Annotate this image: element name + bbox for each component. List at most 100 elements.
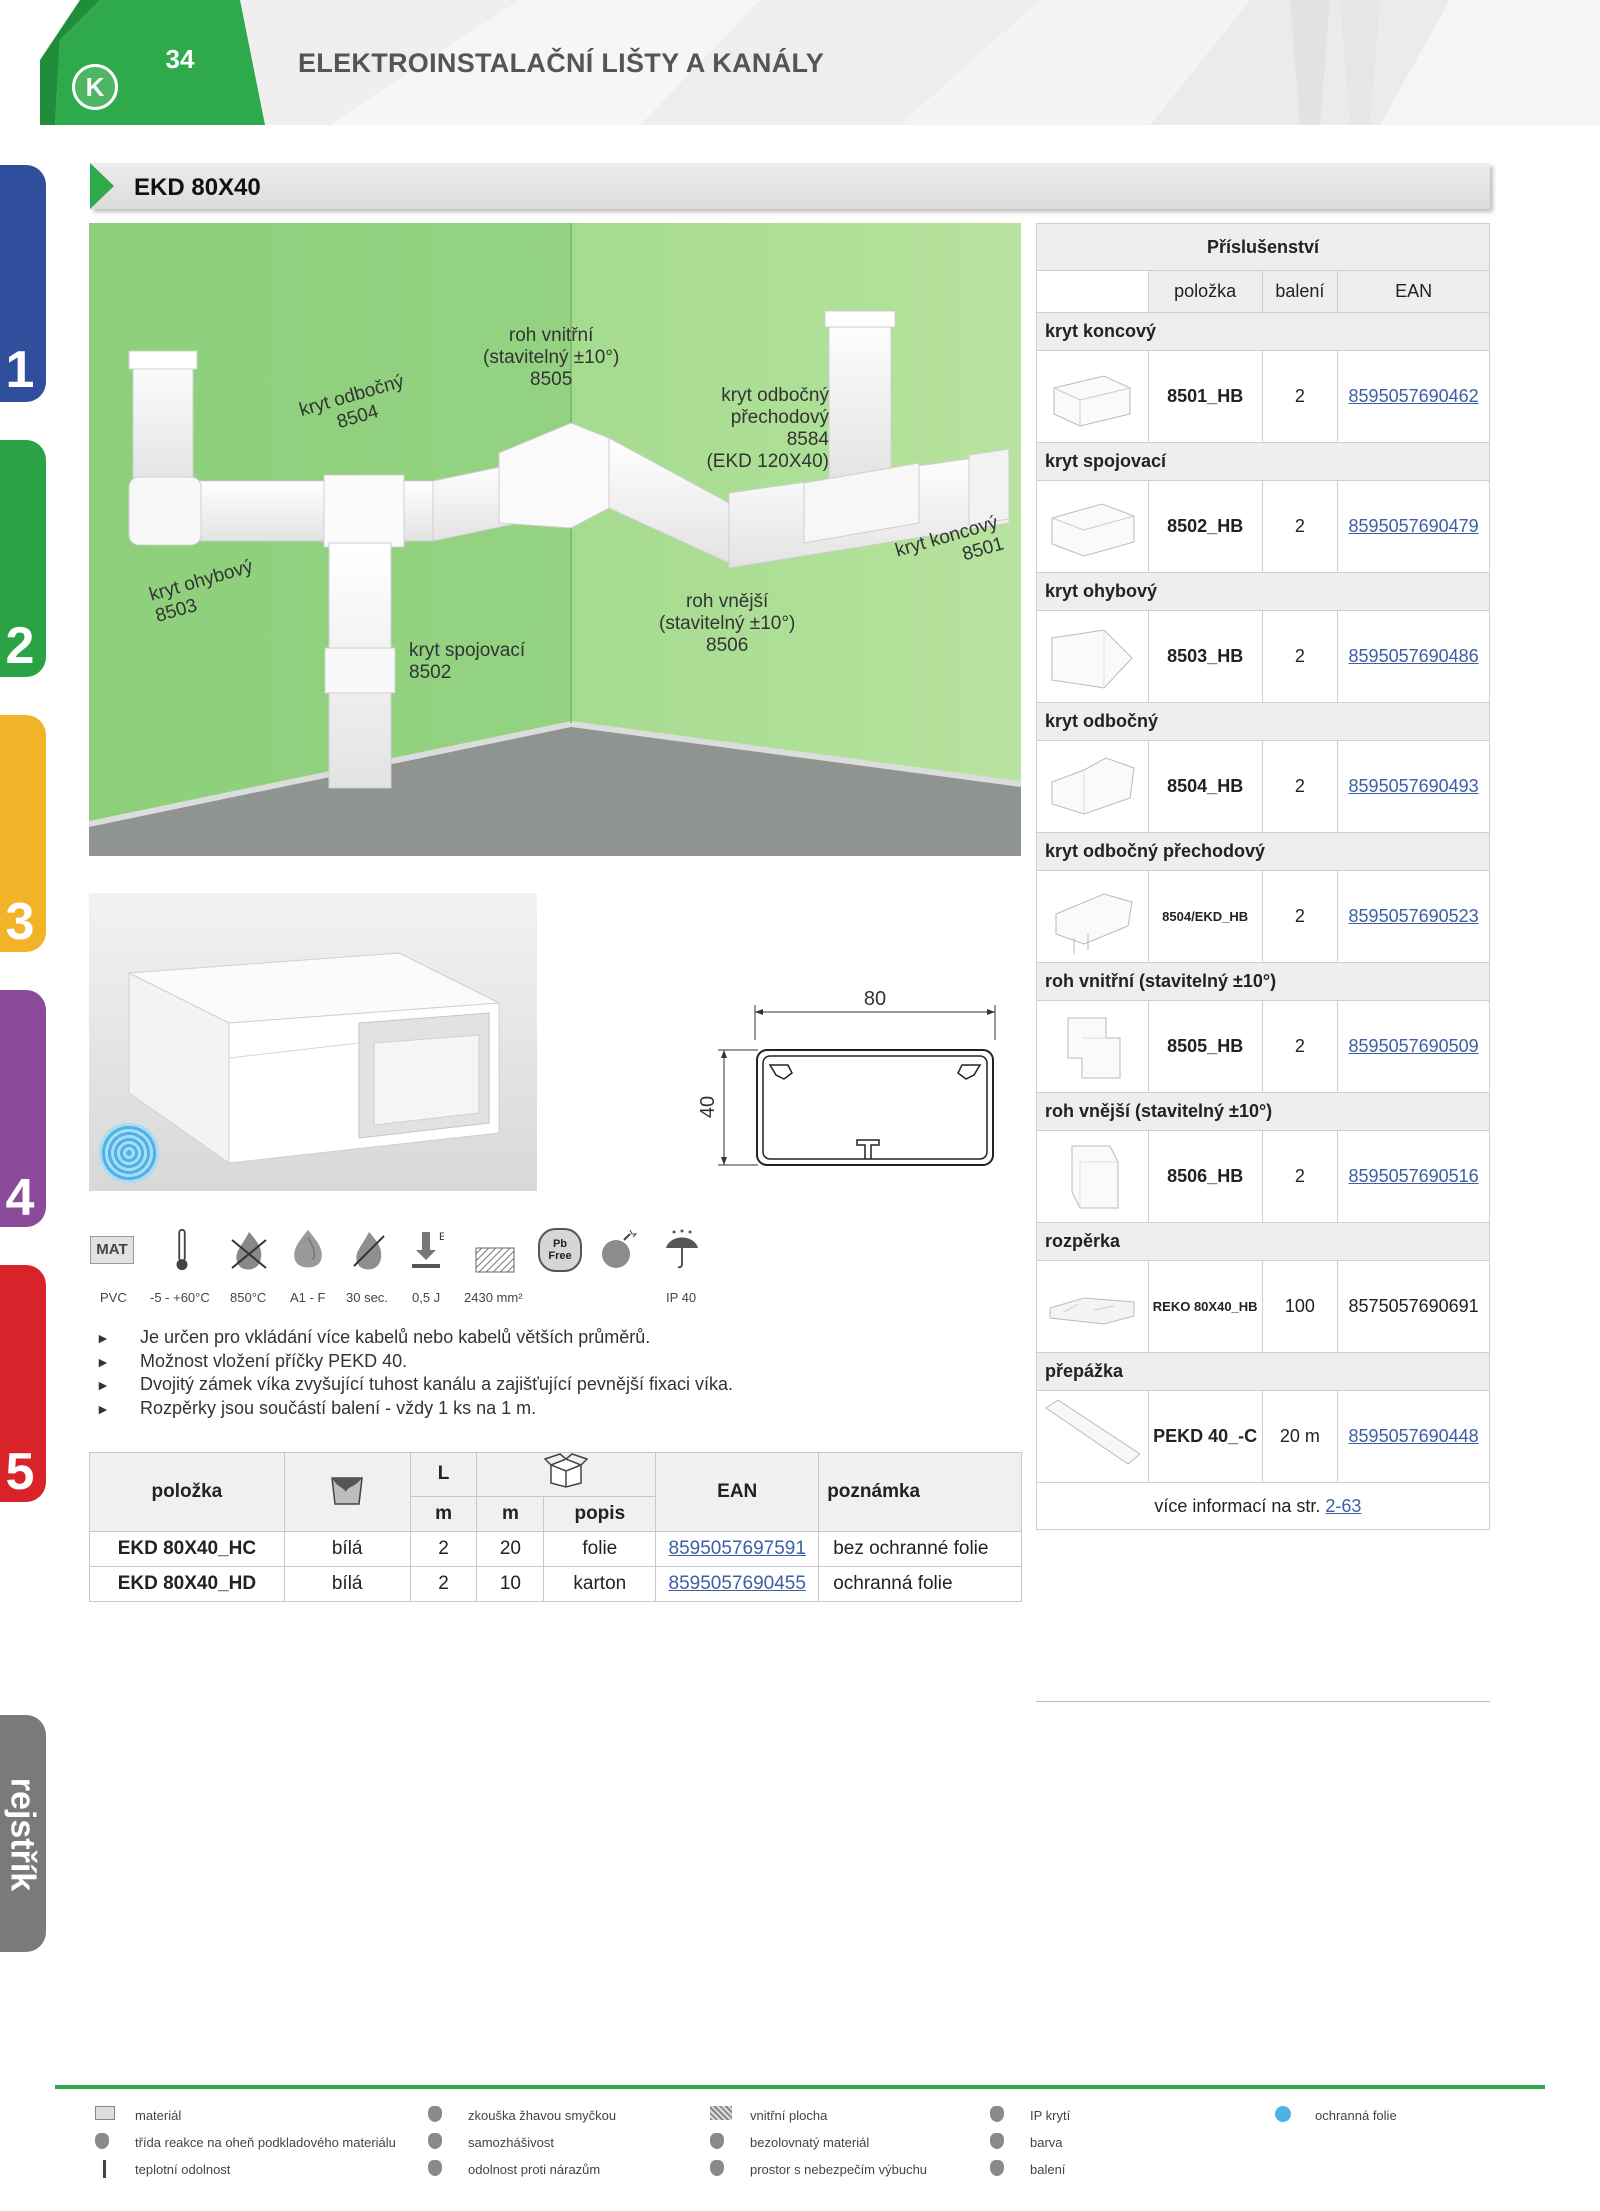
more-info: více informací na str. 2-63	[1148, 1482, 1491, 1530]
material-icon: MAT	[90, 1236, 134, 1264]
prop-impact: 0,5 J	[412, 1290, 441, 1305]
accessory-category: kryt odbočný přechodový	[1036, 832, 1490, 871]
accessory-category: roh vnější (stavitelný ±10°)	[1036, 1092, 1490, 1131]
accessory-image	[1036, 480, 1149, 573]
package-icon	[543, 1453, 589, 1489]
accessory-code: 8504/EKD_HB	[1147, 870, 1263, 963]
inner-area-icon	[710, 2106, 732, 2120]
label-range: (stavitelný ±10°)	[659, 613, 796, 634]
dimension-height: 40	[700, 1096, 719, 1118]
accessory-category-row: kryt koncový	[1036, 312, 1490, 351]
header-color	[283, 1452, 411, 1532]
svg-text:E: E	[439, 1231, 444, 1243]
accessory-ean-link[interactable]: 8595057690523	[1337, 870, 1490, 963]
accessory-row: 8504/EKD_HB 2 8595057690523	[1036, 870, 1490, 963]
more-info-text: více informací na str.	[1154, 1495, 1321, 1516]
accessory-pack: 2	[1261, 350, 1339, 443]
label-text: roh vnitřní	[508, 325, 594, 346]
accessory-category: kryt ohybový	[1036, 572, 1490, 611]
accessory-thumbnail	[1045, 1398, 1141, 1465]
legend-label: ochranná folie	[1315, 2108, 1397, 2123]
legend-label: třída reakce na oheň podkladového materi…	[135, 2135, 396, 2150]
more-info-link[interactable]: 2-63	[1325, 1496, 1361, 1516]
accessory-image	[1036, 870, 1149, 963]
lead-free-icon: Pb Free	[538, 1228, 582, 1272]
prop-fire-class: A1 - F	[290, 1290, 326, 1305]
accessory-code: 8502_HB	[1147, 480, 1263, 573]
label-kryt-prechodovy: kryt odbočný přechodový 8584 (EKD 120X40…	[689, 385, 829, 473]
accessory-category: kryt spojovací	[1036, 442, 1490, 481]
accessory-pack: 2	[1261, 1130, 1339, 1223]
accessory-pack: 2	[1261, 610, 1339, 703]
label-text-2: přechodový	[730, 407, 829, 428]
cell-ean-link[interactable]: 8595057690455	[655, 1566, 820, 1602]
accessory-category: kryt koncový	[1036, 312, 1490, 351]
accessory-image	[1036, 1260, 1149, 1353]
accessory-category: rozpěrka	[1036, 1222, 1490, 1261]
accessory-thumbnail	[1053, 374, 1131, 427]
legend-label: IP krytí	[1030, 2108, 1071, 2123]
accessory-ean-link[interactable]: 8595057690448	[1337, 1390, 1490, 1483]
cell-length: 2	[409, 1566, 478, 1602]
legend-label: balení	[1030, 2162, 1066, 2177]
thermometer-icon	[176, 1228, 188, 1271]
label-code: 8506	[706, 635, 749, 656]
accessory-pack: 20 m	[1261, 1390, 1339, 1483]
accessory-ean-link[interactable]: 8595057690486	[1337, 610, 1490, 703]
cell-ean-link[interactable]: 8595057697591	[655, 1531, 820, 1567]
legend-label: barva	[1030, 2135, 1063, 2150]
package-icon	[990, 2160, 1004, 2176]
side-tab-2-label: 2	[5, 617, 35, 675]
flame-drop-icon	[294, 1230, 322, 1268]
color-icon	[990, 2133, 1004, 2149]
header-ean: EAN	[655, 1452, 820, 1532]
feature-list: ► Je určen pro vkládání více kabelů nebo …	[96, 1326, 1016, 1420]
label-text: kryt odbočný	[721, 385, 829, 406]
feature-text: Je určen pro vkládání více kabelů nebo k…	[140, 1327, 651, 1347]
header-acc-pack: balení	[1261, 270, 1339, 313]
label-range: (stavitelný ±10°)	[483, 347, 620, 368]
profile-drawing: 80 40	[700, 988, 996, 1166]
accessory-code: REKO 80X40_HB	[1147, 1260, 1263, 1353]
header-length-unit: m	[409, 1495, 478, 1533]
cell-note: bez ochranné folie	[818, 1531, 1022, 1567]
accessories-title: Příslušenství	[1036, 223, 1490, 271]
product-title: EKD 80X40	[134, 174, 261, 201]
logo: K	[72, 64, 118, 110]
explosion-icon	[602, 1229, 638, 1268]
header-acc-item: položka	[1147, 270, 1263, 313]
header-item: položka	[89, 1452, 285, 1532]
accessory-category-row: přepážka	[1036, 1352, 1490, 1391]
legend-label: teplotní odolnost	[135, 2162, 231, 2177]
cell-pack: 20	[476, 1531, 545, 1567]
accessory-ean-link[interactable]: 8595057690516	[1337, 1130, 1490, 1223]
label-roh-vnitrni: roh vnitřní (stavitelný ±10°) 8505	[483, 325, 619, 391]
header-pack-unit: m	[476, 1495, 545, 1533]
installation-scene: kryt odbočný 8504 roh vnitřní (staviteln…	[89, 223, 1021, 856]
accessory-thumbnail	[1051, 756, 1135, 815]
accessory-ean-link[interactable]: 8595057690479	[1337, 480, 1490, 573]
cell-note: ochranná folie	[818, 1566, 1022, 1602]
accessory-row: 8502_HB 2 8595057690479	[1036, 480, 1490, 573]
side-tab-index-label: rejstřík	[3, 1777, 42, 1892]
prop-ip-rating: IP 40	[666, 1290, 697, 1305]
thermometer-icon	[103, 2160, 106, 2178]
prop-inner-area: 2430 mm²	[464, 1290, 523, 1305]
self-extinguish-icon	[428, 2133, 442, 2149]
cell-color: bílá	[283, 1531, 411, 1567]
lead-free-icon-text: Pb Free	[548, 1238, 572, 1262]
accessory-ean-link[interactable]: 8595057690509	[1337, 1000, 1490, 1093]
accessory-ean-link[interactable]: 8595057690493	[1337, 740, 1490, 833]
footer-line	[55, 2085, 1545, 2089]
accessory-code: 8504_HB	[1147, 740, 1263, 833]
cell-pack: 10	[476, 1566, 545, 1602]
feature-item: ► Rozpěrky jsou součástí balení - vždy 1 …	[96, 1397, 1016, 1421]
bullet-icon: ►	[96, 1330, 110, 1346]
explosion-icon	[710, 2160, 724, 2176]
accessory-ean-link[interactable]: 8595057690462	[1337, 350, 1490, 443]
ip-rating-icon	[666, 1229, 698, 1269]
self-extinguish-icon	[353, 1232, 385, 1270]
flame-drop-icon	[95, 2133, 109, 2149]
accessory-image	[1036, 610, 1149, 703]
accessory-ean: 8575057690691	[1337, 1260, 1490, 1353]
